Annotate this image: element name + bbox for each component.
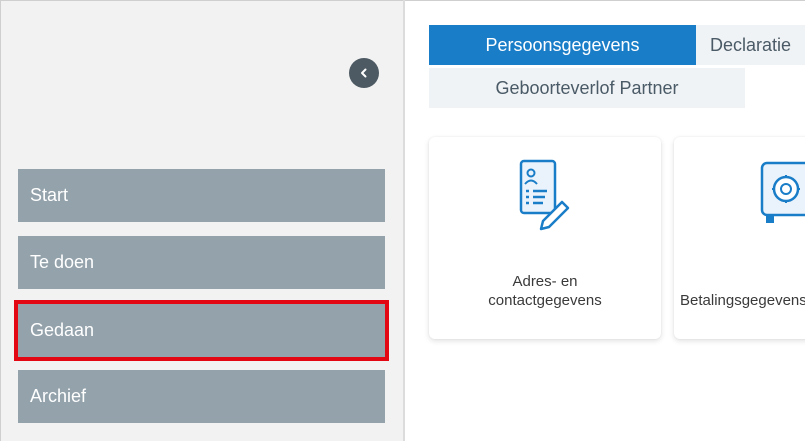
sidebar-item-gedaan[interactable]: Gedaan xyxy=(14,300,389,361)
card-label: Adres- en contactgegevens xyxy=(429,272,661,310)
sidebar-item-archief[interactable]: Archief xyxy=(18,370,385,423)
sidebar-divider xyxy=(403,0,405,441)
tab-geboorteverlof-partner[interactable]: Geboorteverlof Partner xyxy=(429,68,745,108)
sidebar-item-te-doen[interactable]: Te doen xyxy=(18,236,385,289)
sidebar-item-label: Te doen xyxy=(30,252,95,272)
sidebar-item-start[interactable]: Start xyxy=(18,169,385,222)
tab-persoonsgegevens[interactable]: Persoonsgegevens xyxy=(429,25,696,65)
card-label-line: Adres- en xyxy=(512,273,578,290)
card-label-line: Betalingsgegevens xyxy=(680,292,805,309)
card-label: Betalingsgegevens xyxy=(680,291,805,310)
tab-label: Declaratie xyxy=(710,34,792,55)
chevron-left-icon xyxy=(361,68,367,78)
tab-declaratie[interactable]: Declaratie xyxy=(696,25,805,65)
sidebar-item-label: Start xyxy=(30,185,69,205)
contact-form-edit-icon xyxy=(519,159,570,231)
tab-label: Persoonsgegevens xyxy=(485,34,640,55)
sidebar-item-label: Archief xyxy=(30,386,87,406)
card-betalingsgegevens[interactable]: Betalingsgegevens xyxy=(674,137,805,339)
collapse-sidebar-button[interactable] xyxy=(349,58,379,88)
card-label-line: contactgegevens xyxy=(488,292,602,309)
safe-icon xyxy=(760,161,805,223)
tab-label: Geboorteverlof Partner xyxy=(495,77,679,98)
card-adres-contactgegevens[interactable]: Adres- en contactgegevens xyxy=(429,137,661,339)
sidebar-item-label: Gedaan xyxy=(30,320,95,340)
